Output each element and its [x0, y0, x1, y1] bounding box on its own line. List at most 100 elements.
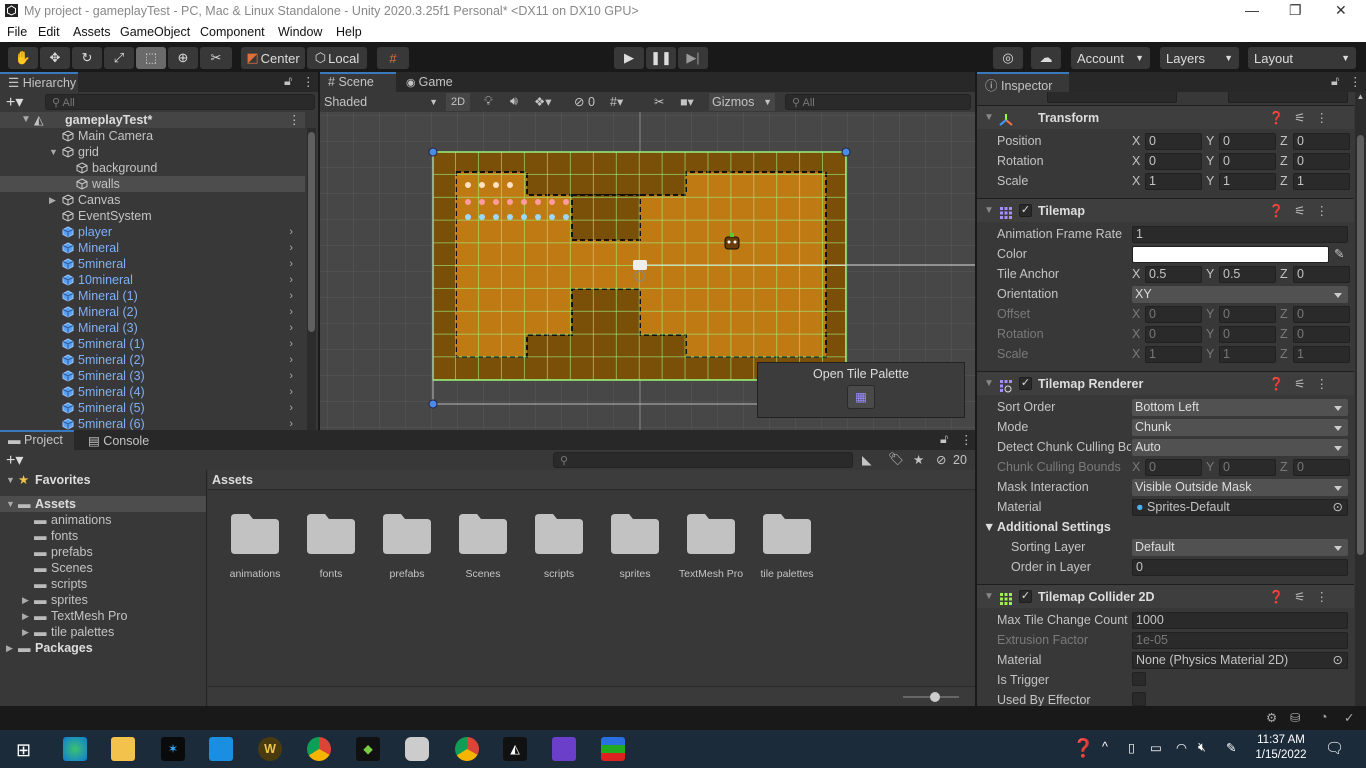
property-input[interactable]: 0 — [1132, 559, 1348, 576]
create-button[interactable]: +▾ — [6, 92, 23, 112]
expand-arrow-icon[interactable]: ▼ — [6, 496, 15, 512]
chevron-right-icon[interactable]: › — [289, 256, 293, 272]
more-icon[interactable]: ⋮ — [1349, 74, 1362, 89]
property-z-field[interactable]: 0 — [1293, 326, 1350, 343]
asset-folder[interactable]: scripts — [521, 510, 597, 580]
property-checkbox[interactable] — [1132, 672, 1146, 686]
project-tree-item[interactable]: ▶ ▬ TextMesh Pro — [0, 608, 206, 624]
expand-arrow-icon[interactable]: ▼ — [984, 372, 994, 396]
menu-edit[interactable]: Edit — [38, 25, 60, 39]
hidden-objects-icon[interactable]: ⊘ — [574, 94, 584, 109]
visual-studio-icon[interactable] — [552, 737, 576, 761]
property-dropdown[interactable]: Bottom Left — [1132, 399, 1348, 416]
component-enabled-checkbox[interactable]: ✓ — [1019, 204, 1032, 217]
hierarchy-item[interactable]: 5mineral › — [0, 256, 305, 272]
property-y-field[interactable]: 0 — [1219, 326, 1276, 343]
object-picker-icon[interactable]: ⊙ — [1333, 653, 1343, 668]
hierarchy-item[interactable]: 5mineral (3) › — [0, 368, 305, 384]
property-dropdown[interactable]: Auto — [1132, 439, 1348, 456]
project-tree-item[interactable]: ▬ prefabs — [0, 544, 206, 560]
filter-type-icon[interactable]: ◣ — [862, 452, 872, 467]
file-explorer-icon[interactable] — [111, 737, 135, 761]
collapse-arrow-icon[interactable]: ▶ — [49, 192, 56, 208]
rect-tool-icon[interactable]: ⬚ — [136, 47, 166, 69]
app-blue-icon[interactable]: ✶ — [161, 737, 185, 761]
asset-folder[interactable]: fonts — [293, 510, 369, 580]
grid-icon[interactable]: #▾ — [610, 94, 623, 109]
2d-toggle[interactable]: 2D — [446, 93, 470, 111]
open-tile-palette-button[interactable]: ▦ — [847, 385, 875, 409]
mail-icon[interactable] — [209, 737, 233, 761]
hierarchy-item[interactable]: 5mineral (1) › — [0, 336, 305, 352]
property-z-field[interactable]: 0 — [1293, 153, 1350, 170]
close-button[interactable]: ✕ — [1335, 2, 1347, 19]
expand-arrow-icon[interactable]: ▼ — [984, 585, 994, 609]
chevron-right-icon[interactable]: › — [289, 224, 293, 240]
layers-dropdown[interactable]: Layers ▼ — [1160, 47, 1239, 69]
menu-assets[interactable]: Assets — [73, 25, 111, 39]
collapse-arrow-icon[interactable]: ▶ — [22, 592, 29, 608]
property-input[interactable]: 1 — [1132, 226, 1348, 243]
tab-game[interactable]: ◉ Game — [398, 72, 470, 92]
property-x-field[interactable]: 0 — [1145, 133, 1202, 150]
inspector-scrollbar[interactable]: ▲ — [1355, 92, 1366, 706]
hierarchy-item[interactable]: 5mineral (5) › — [0, 400, 305, 416]
property-y-field[interactable]: 0 — [1219, 306, 1276, 323]
pivot-local-button[interactable]: ⬡ Local — [307, 47, 367, 69]
slider-thumb[interactable] — [930, 692, 940, 702]
hierarchy-item[interactable]: Mineral (2) › — [0, 304, 305, 320]
collapse-arrow-icon[interactable]: ▶ — [6, 640, 13, 656]
scrollbar-thumb[interactable] — [1357, 135, 1364, 555]
subheader-arrow-icon[interactable]: ▼ — [983, 517, 995, 537]
project-tree-item[interactable]: ▶ ▬ sprites — [0, 592, 206, 608]
scene-search-input[interactable]: ⚲ All — [785, 94, 971, 110]
subheader-label[interactable]: Additional Settings — [997, 517, 1111, 537]
clock[interactable]: 11:37 AM 1/15/2022 — [1250, 733, 1312, 763]
help-icon[interactable]: ❓ — [1072, 738, 1094, 759]
expand-arrow-icon[interactable]: ▼ — [49, 144, 58, 160]
asset-folder[interactable]: tile palettes — [749, 510, 825, 580]
property-input[interactable]: 1000 — [1132, 612, 1348, 629]
breadcrumb-assets[interactable]: Assets — [212, 473, 253, 487]
property-z-field[interactable]: 1 — [1293, 346, 1350, 363]
property-z-field[interactable]: 0 — [1293, 133, 1350, 150]
component-header-tilemap-collider-2d[interactable]: ▼ ✓ Tilemap Collider 2D ❓⚟⋮ — [977, 584, 1354, 608]
shading-dropdown[interactable]: Shaded ▼ — [322, 93, 440, 111]
component-actions[interactable]: ❓⚟⋮ — [1269, 106, 1338, 130]
component-enabled-checkbox[interactable]: ✓ — [1019, 377, 1032, 390]
scroll-up-icon[interactable]: ▲ — [1355, 92, 1366, 101]
tray-chevron-icon[interactable]: ^ — [1102, 740, 1108, 754]
tab-console[interactable]: ▤ Console — [80, 430, 160, 450]
project-search-input[interactable]: ⚲ — [553, 452, 853, 468]
hierarchy-item[interactable]: 5mineral (2) › — [0, 352, 305, 368]
move-tool-icon[interactable]: ✥ — [40, 47, 70, 69]
minecraft-icon[interactable]: ◆ — [356, 737, 380, 761]
windows-start-icon[interactable]: ⊞ — [16, 740, 31, 761]
property-z-field[interactable]: 0 — [1293, 459, 1350, 476]
menu-help[interactable]: Help — [336, 25, 362, 39]
property-y-field[interactable]: 0 — [1219, 459, 1276, 476]
tile-app-icon[interactable] — [601, 737, 625, 761]
rotate-tool-icon[interactable]: ↻ — [72, 47, 102, 69]
hierarchy-search-input[interactable]: ⚲ All — [45, 94, 315, 110]
hierarchy-item[interactable]: 10mineral › — [0, 272, 305, 288]
pause-button[interactable]: ❚❚ — [646, 47, 676, 69]
expand-arrow-icon[interactable]: ▼ — [6, 472, 15, 488]
hierarchy-item[interactable]: background — [0, 160, 305, 176]
asset-folder[interactable]: prefabs — [369, 510, 445, 580]
more-icon[interactable]: ⋮ — [302, 74, 315, 89]
object-picker-icon[interactable]: ⊙ — [1333, 500, 1343, 515]
create-button[interactable]: +▾ — [6, 450, 23, 470]
property-input[interactable]: 1e-05 — [1132, 632, 1348, 649]
edge-icon[interactable] — [63, 737, 87, 761]
component-actions[interactable]: ❓⚟⋮ — [1269, 372, 1338, 396]
hierarchy-scrollbar[interactable] — [307, 128, 316, 430]
favorites-star-icon[interactable]: ★ — [913, 452, 924, 467]
hierarchy-item[interactable]: Mineral (1) › — [0, 288, 305, 304]
scrollbar-thumb[interactable] — [308, 132, 315, 332]
component-header-tilemap[interactable]: ▼ ✓ Tilemap ❓⚟⋮ — [977, 198, 1354, 222]
progress-icon[interactable]: ◔ — [1320, 710, 1328, 724]
camera-icon[interactable]: ■▾ — [680, 94, 694, 109]
menu-window[interactable]: Window — [278, 25, 322, 39]
property-y-field[interactable]: 1 — [1219, 173, 1276, 190]
